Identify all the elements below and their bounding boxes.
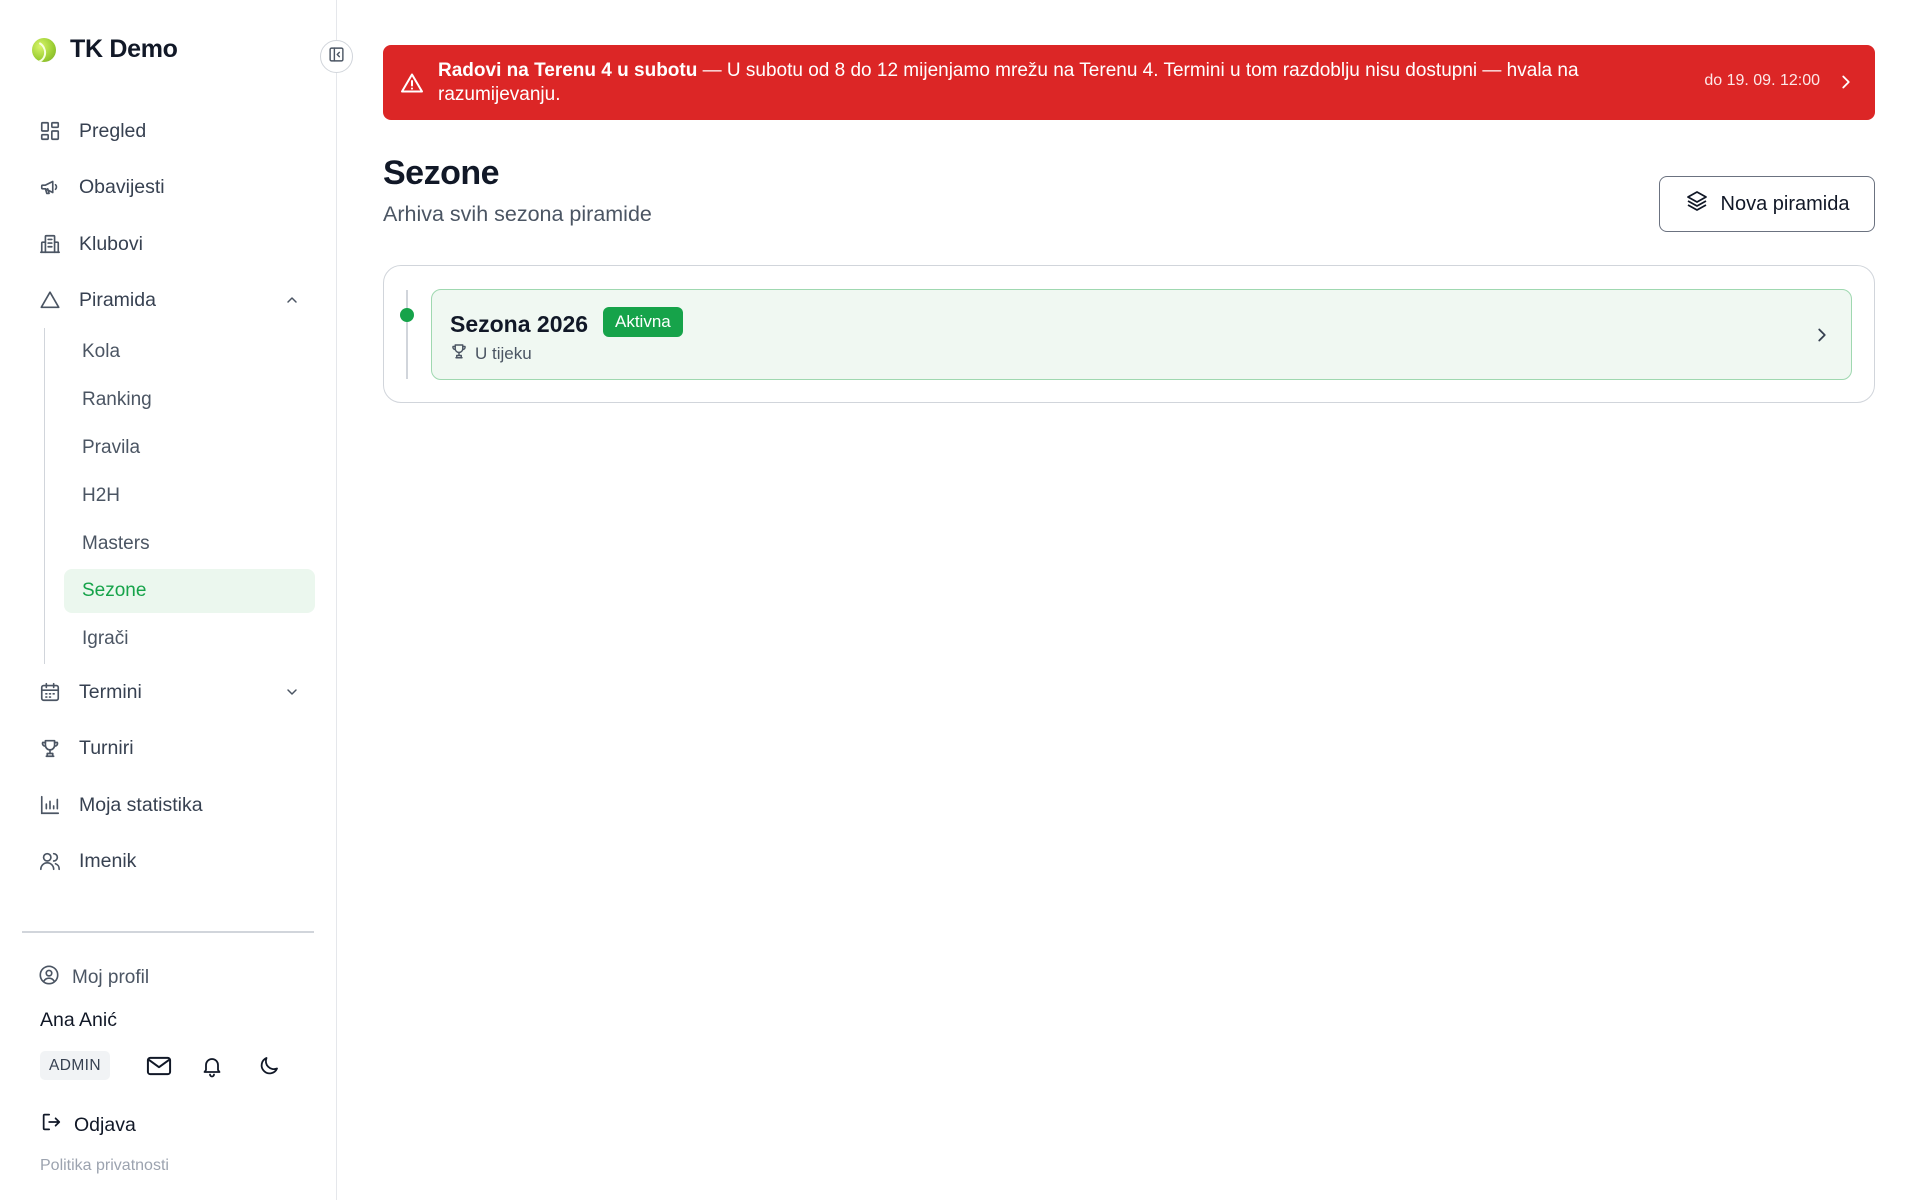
- bar-chart-icon: [39, 794, 61, 816]
- seasons-list: Sezona 2026 Aktivna U tijeku: [383, 265, 1875, 403]
- privacy-policy-link[interactable]: Politika privatnosti: [40, 1157, 169, 1175]
- nav-item-klubovi[interactable]: Klubovi: [24, 221, 314, 267]
- nav-label: Imenik: [79, 849, 137, 872]
- mail-icon[interactable]: [145, 1052, 173, 1080]
- subnav-item-kola[interactable]: Kola: [64, 330, 315, 374]
- new-pyramid-label: Nova piramida: [1720, 192, 1850, 215]
- user-name: Ana Anić: [40, 1009, 117, 1031]
- announcement-until: do 19. 09. 12:00: [1704, 72, 1820, 89]
- logout-icon: [40, 1111, 62, 1139]
- sidebar: TK Demo Pregled Obavijesti Klubovi Piram…: [0, 0, 337, 1200]
- nav-item-termini[interactable]: Termini: [24, 669, 314, 715]
- role-badge: ADMIN: [40, 1051, 110, 1080]
- calendar-icon: [39, 681, 61, 703]
- nav-item-moja-statistika[interactable]: Moja statistika: [24, 782, 314, 828]
- announcement-text: Radovi na Terenu 4 u subotu — U subotu o…: [438, 59, 1668, 107]
- my-profile-link[interactable]: Moj profil: [38, 964, 149, 992]
- nav-item-turniri[interactable]: Turniri: [24, 725, 314, 771]
- users-icon: [39, 850, 61, 872]
- announcement-banner[interactable]: Radovi na Terenu 4 u subotu — U subotu o…: [383, 45, 1875, 120]
- nav-label: Piramida: [79, 288, 156, 311]
- chevron-right-icon: [1811, 324, 1833, 346]
- warning-triangle-icon: [400, 71, 424, 95]
- timeline-dot: [400, 308, 414, 322]
- nav-label: Moja statistika: [79, 793, 203, 816]
- announcement-title: Radovi na Terenu 4 u subotu: [438, 60, 698, 81]
- panel-left-icon: [328, 46, 345, 68]
- dashboard-icon: [39, 120, 61, 142]
- season-status-label: U tijeku: [475, 343, 532, 363]
- nav-label: Pregled: [79, 119, 147, 142]
- bell-icon[interactable]: [198, 1052, 226, 1080]
- moon-icon[interactable]: [255, 1052, 283, 1080]
- nav-label: Klubovi: [79, 232, 143, 255]
- subnav-item-pravila[interactable]: Pravila: [64, 426, 315, 470]
- page-subtitle: Arhiva svih sezona piramide: [383, 202, 652, 226]
- brand-name: TK Demo: [70, 35, 178, 63]
- chevron-down-icon[interactable]: [282, 682, 302, 702]
- logout-label: Odjava: [74, 1113, 136, 1136]
- nav-item-imenik[interactable]: Imenik: [24, 838, 314, 884]
- user-circle-icon: [38, 964, 60, 992]
- piramida-subnav: Kola Ranking Pravila H2H Masters Sezone …: [44, 328, 315, 664]
- nav-label: Turniri: [79, 736, 134, 759]
- page-title: Sezone: [383, 154, 500, 192]
- nav-label: Termini: [79, 680, 142, 703]
- nav-label: Obavijesti: [79, 175, 165, 198]
- nav-item-piramida[interactable]: Piramida: [24, 277, 314, 323]
- logout-button[interactable]: Odjava: [40, 1111, 136, 1139]
- trophy-icon: [450, 342, 468, 365]
- sidebar-divider: [22, 931, 314, 933]
- triangle-icon: [39, 289, 61, 311]
- season-status: U tijeku: [450, 342, 532, 365]
- subnav-item-h2h[interactable]: H2H: [64, 474, 315, 518]
- status-badge: Aktivna: [603, 307, 683, 337]
- layers-icon: [1685, 189, 1709, 219]
- subnav-item-sezone[interactable]: Sezone: [64, 569, 315, 613]
- subnav-item-ranking[interactable]: Ranking: [64, 378, 315, 422]
- chevron-right-icon[interactable]: [1835, 71, 1857, 93]
- season-item[interactable]: Sezona 2026 Aktivna U tijeku: [431, 289, 1852, 380]
- new-pyramid-button[interactable]: Nova piramida: [1659, 176, 1875, 232]
- chevron-up-icon[interactable]: [282, 290, 302, 310]
- sidebar-collapse-button[interactable]: [320, 40, 353, 73]
- nav-item-pregled[interactable]: Pregled: [24, 108, 314, 154]
- subnav-item-masters[interactable]: Masters: [64, 522, 315, 566]
- subnav-item-igraci[interactable]: Igrači: [64, 617, 315, 661]
- megaphone-icon: [39, 176, 61, 198]
- season-name: Sezona 2026: [450, 311, 589, 337]
- brand[interactable]: TK Demo: [32, 35, 178, 64]
- timeline-line: [406, 290, 408, 379]
- my-profile-label: Moj profil: [72, 967, 150, 988]
- nav-item-obavijesti[interactable]: Obavijesti: [24, 164, 314, 210]
- tennis-ball-logo-icon: [32, 37, 56, 62]
- trophy-icon: [39, 737, 61, 759]
- building-icon: [39, 233, 61, 255]
